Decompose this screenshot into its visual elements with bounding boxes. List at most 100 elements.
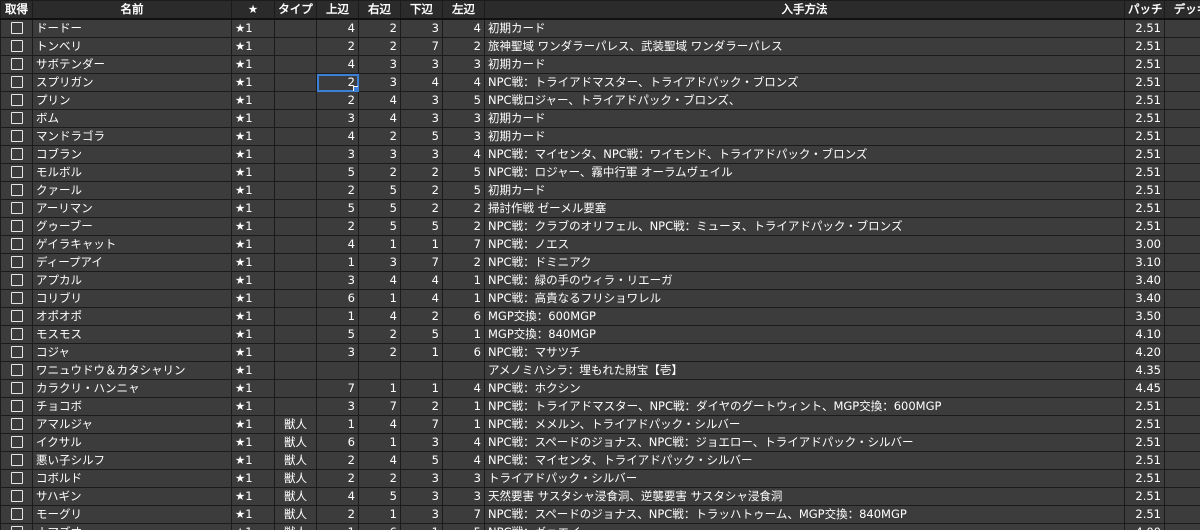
owned-checkbox[interactable] xyxy=(10,453,23,466)
cell-method[interactable]: アメノミハシラ：埋もれた財宝【壱】 xyxy=(484,361,1125,380)
cell-bottom[interactable]: 5 xyxy=(400,127,443,146)
cell-top[interactable]: 3 xyxy=(316,271,359,290)
cell-owned[interactable] xyxy=(0,181,33,200)
cell-top[interactable]: 1 xyxy=(316,253,359,272)
cell-method[interactable]: 天然要害 サスタシャ浸食洞、逆襲要害 サスタシャ浸食洞 xyxy=(484,487,1125,506)
cell-deck-order[interactable]: 5 xyxy=(1164,91,1200,110)
cell-type[interactable] xyxy=(274,91,317,110)
owned-checkbox[interactable] xyxy=(10,93,23,106)
owned-checkbox[interactable] xyxy=(10,381,23,394)
cell-right[interactable]: 4 xyxy=(358,271,401,290)
cell-method[interactable]: トライアドパック・シルバー xyxy=(484,469,1125,488)
cell-method[interactable]: MGP交換：600MGP xyxy=(484,307,1125,326)
cell-name[interactable]: イクサル xyxy=(32,433,232,452)
owned-checkbox[interactable] xyxy=(10,129,23,142)
cell-name[interactable]: コボルド xyxy=(32,469,232,488)
cell-method[interactable]: NPC戦：スペードのジョナス、NPC戦：ジョエロー、トライアドパック・シルバー xyxy=(484,433,1125,452)
owned-checkbox[interactable] xyxy=(10,363,23,376)
cell-star[interactable]: ★1 xyxy=(231,523,275,530)
cell-right[interactable]: 5 xyxy=(358,487,401,506)
cell-top[interactable]: 5 xyxy=(316,163,359,182)
header-left[interactable]: 左辺 xyxy=(442,0,485,20)
cell-type[interactable] xyxy=(274,343,317,362)
cell-deck-order[interactable]: 29 xyxy=(1164,523,1200,530)
cell-type[interactable] xyxy=(274,271,317,290)
owned-checkbox[interactable] xyxy=(10,183,23,196)
cell-star[interactable]: ★1 xyxy=(231,271,275,290)
cell-bottom[interactable]: 5 xyxy=(400,217,443,236)
cell-left[interactable]: 4 xyxy=(442,379,485,398)
cell-patch[interactable]: 2.51 xyxy=(1124,73,1165,92)
header-top[interactable]: 上辺 xyxy=(316,0,359,20)
cell-right[interactable]: 4 xyxy=(358,415,401,434)
header-type[interactable]: タイプ xyxy=(274,0,317,20)
cell-right[interactable]: 4 xyxy=(358,307,401,326)
cell-deck-order[interactable]: 9 xyxy=(1164,163,1200,182)
cell-method[interactable]: NPC戦：高貴なるフリショワレル xyxy=(484,289,1125,308)
cell-right[interactable]: 5 xyxy=(358,217,401,236)
cell-bottom[interactable]: 3 xyxy=(400,109,443,128)
cell-top[interactable]: 3 xyxy=(316,145,359,164)
header-owned[interactable]: 取得 xyxy=(0,0,33,20)
cell-top[interactable]: 1 xyxy=(316,415,359,434)
cell-right[interactable]: 3 xyxy=(358,73,401,92)
cell-type[interactable] xyxy=(274,199,317,218)
cell-right[interactable]: 2 xyxy=(358,325,401,344)
cell-top[interactable]: 5 xyxy=(316,199,359,218)
cell-type[interactable] xyxy=(274,289,317,308)
cell-method[interactable]: 初期カード xyxy=(484,127,1125,146)
cell-type[interactable] xyxy=(274,325,317,344)
cell-left[interactable]: 2 xyxy=(442,253,485,272)
cell-deck-order[interactable]: 15 xyxy=(1164,271,1200,290)
cell-patch[interactable]: 3.00 xyxy=(1124,235,1165,254)
cell-patch[interactable]: 2.51 xyxy=(1124,109,1165,128)
cell-owned[interactable] xyxy=(0,307,33,326)
cell-name[interactable]: コジャ xyxy=(32,343,232,362)
cell-type[interactable] xyxy=(274,379,317,398)
cell-patch[interactable]: 4.45 xyxy=(1124,379,1165,398)
cell-method[interactable]: NPC戦：ギョエイ xyxy=(484,523,1125,530)
cell-left[interactable]: 1 xyxy=(442,397,485,416)
owned-checkbox[interactable] xyxy=(10,435,23,448)
cell-left[interactable]: 5 xyxy=(442,91,485,110)
cell-owned[interactable] xyxy=(0,235,33,254)
cell-name[interactable]: オポオポ xyxy=(32,307,232,326)
cell-owned[interactable] xyxy=(0,271,33,290)
cell-type[interactable] xyxy=(274,235,317,254)
cell-owned[interactable] xyxy=(0,361,33,380)
owned-checkbox[interactable] xyxy=(10,237,23,250)
owned-checkbox[interactable] xyxy=(10,57,23,70)
cell-deck-order[interactable]: 1 xyxy=(1164,18,1200,38)
cell-top[interactable]: 6 xyxy=(316,289,359,308)
cell-method[interactable]: 初期カード xyxy=(484,18,1125,38)
owned-checkbox[interactable] xyxy=(10,291,23,304)
cell-name[interactable]: スプリガン xyxy=(32,73,232,92)
cell-deck-order[interactable]: 20 xyxy=(1164,361,1200,380)
cell-top[interactable]: 2 xyxy=(316,469,359,488)
cell-right[interactable]: 1 xyxy=(358,289,401,308)
cell-deck-order[interactable]: 17 xyxy=(1164,307,1200,326)
cell-bottom[interactable]: 3 xyxy=(400,505,443,524)
cell-patch[interactable]: 3.50 xyxy=(1124,307,1165,326)
cell-deck-order[interactable]: 13 xyxy=(1164,235,1200,254)
owned-checkbox[interactable] xyxy=(10,471,23,484)
cell-patch[interactable]: 2.51 xyxy=(1124,127,1165,146)
cell-owned[interactable] xyxy=(0,397,33,416)
owned-checkbox[interactable] xyxy=(10,255,23,268)
cell-owned[interactable] xyxy=(0,199,33,218)
cell-owned[interactable] xyxy=(0,505,33,524)
cell-left[interactable]: 7 xyxy=(442,505,485,524)
cell-owned[interactable] xyxy=(0,55,33,74)
header-star[interactable]: ★ xyxy=(231,0,275,20)
cell-type[interactable] xyxy=(274,18,317,38)
cell-type[interactable] xyxy=(274,73,317,92)
cell-deck-order[interactable]: 25 xyxy=(1164,451,1200,470)
cell-star[interactable]: ★1 xyxy=(231,217,275,236)
cell-star[interactable]: ★1 xyxy=(231,109,275,128)
cell-owned[interactable] xyxy=(0,253,33,272)
cell-top[interactable]: 6 xyxy=(316,433,359,452)
cell-deck-order[interactable]: 24 xyxy=(1164,433,1200,452)
cell-patch[interactable]: 2.51 xyxy=(1124,217,1165,236)
cell-star[interactable]: ★1 xyxy=(231,307,275,326)
cell-method[interactable]: NPC戦：マイセンタ、トライアドパック・シルバー xyxy=(484,451,1125,470)
